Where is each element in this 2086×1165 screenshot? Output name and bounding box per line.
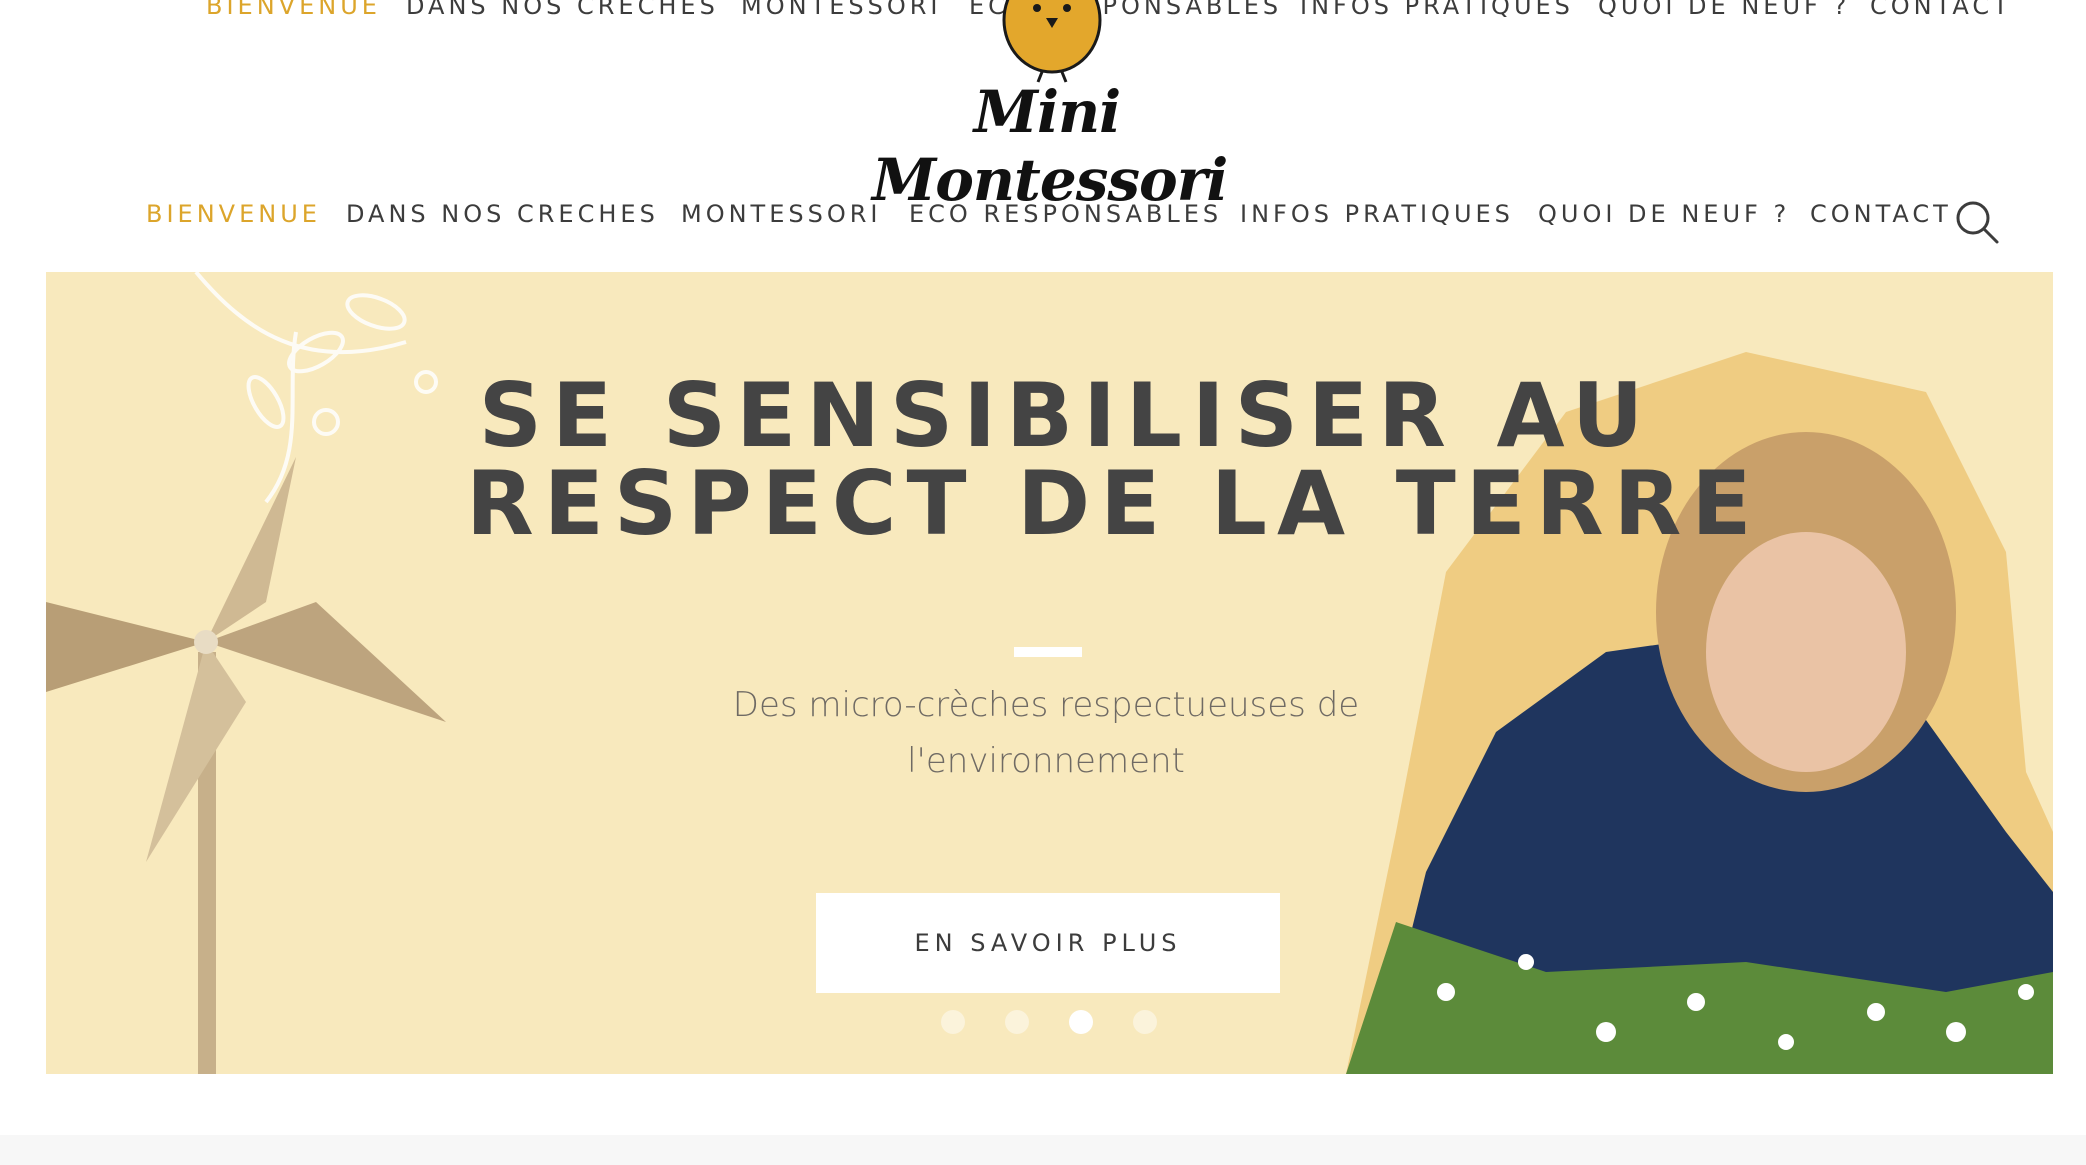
hero-title-line-2: RESPECT DE LA TERRE — [466, 452, 1762, 555]
slider-dot-4[interactable] — [1133, 1010, 1157, 1034]
nav-bienvenue[interactable]: BIENVENUE — [146, 200, 321, 228]
pinwheel-icon — [46, 457, 446, 1074]
top-nav-bienvenue[interactable]: BIENVENUE — [206, 0, 381, 20]
top-nav-infos-pratiques[interactable]: INFOS PRATIQUES — [1300, 0, 1574, 20]
hero-divider — [1014, 647, 1082, 657]
nav-infos-pratiques[interactable]: INFOS PRATIQUES — [1240, 200, 1514, 228]
search-icon[interactable] — [1953, 198, 2001, 246]
slider-dot-3[interactable] — [1069, 1010, 1093, 1034]
hero-slider: SE SENSIBILISER AU RESPECT DE LA TERRE D… — [46, 272, 2053, 1074]
flower-branch-icon — [194, 272, 438, 504]
hero-title: SE SENSIBILISER AU RESPECT DE LA TERRE — [466, 364, 1762, 555]
logo-wordmark: Mini Montessori — [872, 78, 1228, 214]
top-nav-contact[interactable]: CONTACT — [1870, 0, 2012, 20]
slider-dot-2[interactable] — [1005, 1010, 1029, 1034]
main-nav: BIENVENUE DANS NOS CRECHES MONTESSORI EC… — [0, 200, 2086, 240]
next-section-edge — [0, 1135, 2086, 1165]
top-nav-dans-nos-creches[interactable]: DANS NOS CRECHES — [406, 0, 719, 20]
chick-mascot-icon — [1002, 0, 1102, 83]
hero-subtitle-line-1: Des micro-crèches respectueuses de — [732, 685, 1360, 725]
slider-dot-1[interactable] — [941, 1010, 965, 1034]
hero-title-line-1: SE SENSIBILISER AU — [478, 364, 1654, 467]
site-logo[interactable]: Mini Montessori — [872, 0, 1228, 214]
nav-quoi-de-neuf[interactable]: QUOI DE NEUF ? — [1538, 200, 1790, 228]
nav-montessori[interactable]: MONTESSORI — [681, 200, 882, 228]
en-savoir-plus-button[interactable]: EN SAVOIR PLUS — [816, 893, 1280, 993]
top-nav-quoi-de-neuf[interactable]: QUOI DE NEUF ? — [1598, 0, 1850, 20]
nav-dans-nos-creches[interactable]: DANS NOS CRECHES — [346, 200, 659, 228]
hero-subtitle: Des micro-crèches respectueuses de l'env… — [686, 677, 1406, 789]
hero-subtitle-line-2: l'environnement — [907, 741, 1185, 781]
nav-contact[interactable]: CONTACT — [1810, 200, 1952, 228]
nav-eco-responsables[interactable]: ECO RESPONSABLES — [909, 200, 1222, 228]
